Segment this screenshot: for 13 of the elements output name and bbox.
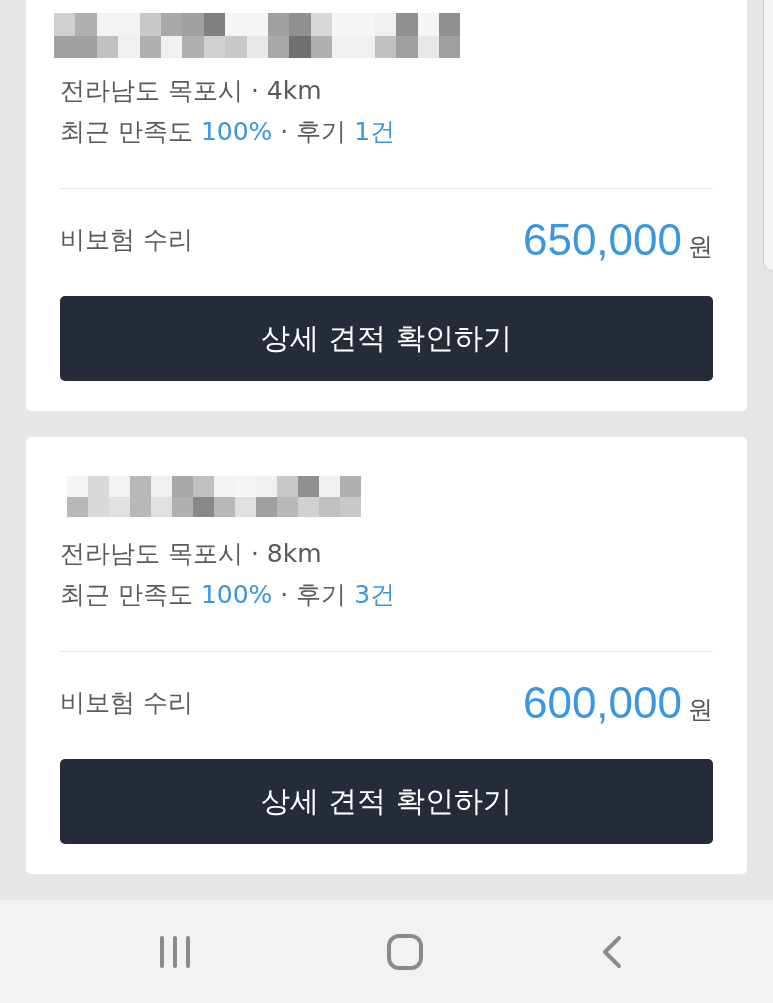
- rating-summary: 최근 만족도 100% · 후기 3건: [60, 579, 396, 611]
- price: 650,000 원: [522, 214, 713, 266]
- quote-detail-button[interactable]: 상세 견적 확인하기: [60, 296, 713, 381]
- location-distance: 전라남도 목포시 · 8km: [60, 538, 322, 570]
- rating-summary: 최근 만족도 100% · 후기 1건: [60, 116, 396, 148]
- quote-detail-button[interactable]: 상세 견적 확인하기: [60, 759, 713, 844]
- repair-type: 비보험 수리: [60, 687, 193, 720]
- price: 600,000 원: [522, 677, 713, 729]
- location-distance: 전라남도 목포시 · 4km: [60, 75, 322, 107]
- recent-apps-icon[interactable]: [159, 934, 191, 969]
- home-icon[interactable]: [386, 933, 423, 970]
- repair-type: 비보험 수리: [60, 224, 193, 257]
- back-icon[interactable]: [602, 934, 622, 969]
